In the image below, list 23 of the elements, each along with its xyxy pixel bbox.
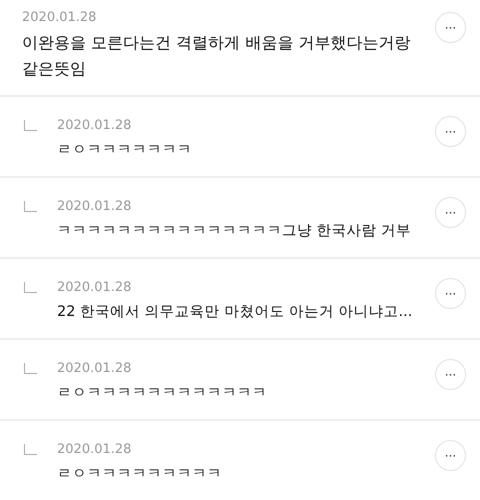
comment-text: 이완용을 모른다는건 격렬하게 배움을 거부했다는거랑 같은뜻임 xyxy=(22,32,412,80)
more-button[interactable]: ··· xyxy=(435,278,466,309)
comment-text: ㄹㅇㅋㅋㅋㅋㅋㅋㅋ xyxy=(57,141,193,160)
reply-corner-icon xyxy=(24,282,37,293)
reply-corner-icon xyxy=(24,120,37,131)
more-button[interactable]: ··· xyxy=(435,116,466,147)
comment-date: 2020.01.28 xyxy=(57,199,132,215)
reply-corner-icon xyxy=(24,444,37,455)
comment-date: 2020.01.28 xyxy=(57,442,132,458)
comment-date: 2020.01.28 xyxy=(57,361,132,377)
reply-corner-icon xyxy=(24,201,37,212)
comment-text: ㅋㅋㅋㅋㅋㅋㅋㅋㅋㅋㅋㅋㅋㅋㅋ그냥 한국사람 거부 xyxy=(57,222,412,241)
more-button[interactable]: ··· xyxy=(435,359,466,390)
comment-text: ㄹㅇㅋㅋㅋㅋㅋㅋㅋㅋㅋ xyxy=(57,465,223,484)
comment-date: 2020.01.28 xyxy=(57,118,132,134)
more-button[interactable]: ··· xyxy=(435,440,466,471)
comment-text: 22 한국에서 의무교육만 마쳤어도 아는거 아니냐고... xyxy=(57,303,414,322)
more-button[interactable]: ··· xyxy=(435,197,466,228)
comment-text: ㄹㅇㅋㅋㅋㅋㅋㅋㅋㅋㅋㅋㅋㅋ xyxy=(57,384,268,403)
comment-date: 2020.01.28 xyxy=(57,280,132,296)
reply-corner-icon xyxy=(24,363,37,374)
more-button[interactable]: ··· xyxy=(435,12,466,43)
comment-date: 2020.01.28 xyxy=(22,10,98,26)
